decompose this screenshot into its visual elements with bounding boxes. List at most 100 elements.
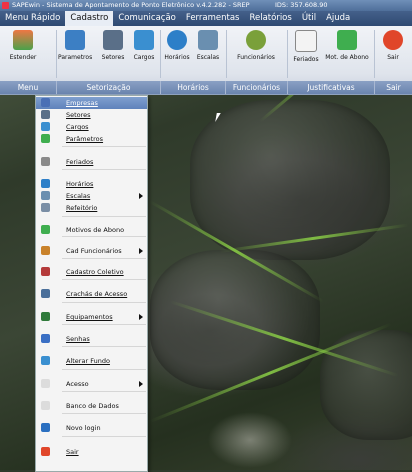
menu-item-parametros[interactable]: Parâmetros [36, 133, 147, 145]
schedule-icon [41, 191, 50, 200]
menu-item-label: Crachás de Acesso [66, 290, 128, 298]
parameters-icon [41, 134, 50, 143]
menu-divider [62, 324, 146, 325]
app-icon [2, 2, 9, 9]
sectors-button[interactable]: Setores [98, 30, 128, 61]
group-menu: Menu [0, 81, 57, 94]
schedules-label: Horários [164, 54, 190, 61]
database-icon [41, 401, 50, 410]
group-sair: Sair [375, 81, 412, 94]
menu-item-alterar-fundo[interactable]: Alterar Fundo [36, 355, 147, 367]
menu-item-label: Escalas [66, 192, 91, 200]
group-horarios: Horários [161, 81, 226, 94]
calendar-icon [41, 157, 50, 166]
allowance-label: Mot. de Abono [325, 54, 369, 61]
employees-button[interactable]: Funcionários [227, 30, 285, 61]
positions-button[interactable]: Cargos [129, 30, 159, 61]
menu-cadastro[interactable]: Cadastro [65, 11, 114, 26]
menu-item-senhas[interactable]: Senhas [36, 333, 147, 345]
menu-item-setores[interactable]: Setores [36, 109, 147, 121]
menu-menu-rapido[interactable]: Menu Rápido [0, 11, 65, 26]
access-icon [41, 379, 50, 388]
sectors-icon [41, 110, 50, 119]
menu-divider [62, 413, 146, 414]
menu-item-label: Novo login [66, 424, 101, 432]
menu-divider [62, 169, 146, 170]
menu-item-cad-funcionarios[interactable]: Cad Funcionários [36, 245, 147, 257]
menu-divider [62, 146, 146, 147]
restaurant-icon [41, 203, 50, 212]
menu-relatorios[interactable]: Relatórios [244, 11, 296, 26]
positions-icon [134, 30, 154, 50]
menu-item-crachas-de-acesso[interactable]: Crachás de Acesso [36, 288, 147, 300]
company-icon [41, 98, 50, 107]
menu-comunicacao[interactable]: Comunicação [113, 11, 181, 26]
schedules-button[interactable]: Horários [161, 30, 193, 61]
ribbon-separator [287, 30, 288, 78]
ribbon-separator [374, 30, 375, 78]
menu-item-sair[interactable]: Sair [36, 446, 147, 458]
menu-item-label: Empresas [66, 99, 98, 107]
menu-divider [62, 216, 146, 217]
menu-item-escalas[interactable]: Escalas [36, 190, 147, 202]
clock-icon [41, 179, 50, 188]
menu-item-refeitorio[interactable]: Refeitório [36, 202, 147, 214]
menu-item-label: Banco de Dados [66, 402, 119, 410]
menu-item-equipamentos[interactable]: Equipamentos [36, 311, 147, 323]
allowance-icon [337, 30, 357, 50]
positions-label: Cargos [133, 54, 155, 61]
menu-item-feriados[interactable]: Feriados [36, 156, 147, 168]
exit-label: Sair [387, 54, 399, 61]
menu-item-banco-de-dados[interactable]: Banco de Dados [36, 400, 147, 412]
menu-bar: Menu Rápido Cadastro Comunicação Ferrame… [0, 11, 412, 26]
group-setorizacao: Setorização [57, 81, 161, 94]
window-title: SAPEwin - Sistema de Apontamento de Pont… [12, 1, 250, 9]
badge-icon [41, 289, 50, 298]
cadastro-dropdown-menu: Empresas Setores Cargos Parâmetros Feriados H… [35, 95, 148, 472]
extend-icon [13, 30, 33, 50]
ribbon-group-labels: Menu Setorização Horários Funcionários J… [0, 81, 412, 94]
clock-icon [167, 30, 187, 50]
menu-item-empresas[interactable]: Empresas [36, 97, 147, 109]
menu-item-motivos-de-abono[interactable]: Motivos de Abono [36, 224, 147, 236]
menu-item-label: Cad Funcionários [66, 247, 122, 255]
menu-item-label: Refeitório [66, 204, 98, 212]
ribbon-toolbar: Estender Parametros Setores Cargos Horár… [0, 26, 412, 95]
employees-label: Funcionários [237, 54, 275, 61]
group-funcionarios: Funcionários [226, 81, 288, 94]
menu-item-cargos[interactable]: Cargos [36, 121, 147, 133]
submenu-arrow-icon [139, 193, 143, 199]
menu-ajuda[interactable]: Ajuda [321, 11, 355, 26]
menu-ferramentas[interactable]: Ferramentas [181, 11, 245, 26]
menu-item-label: Equipamentos [66, 313, 113, 321]
allowance-button[interactable]: Mot. de Abono [323, 30, 371, 61]
menu-item-acesso[interactable]: Acesso [36, 378, 147, 390]
holidays-button[interactable]: Feriados [290, 30, 322, 63]
schedule-icon [198, 30, 218, 50]
password-icon [41, 334, 50, 343]
menu-util[interactable]: Útil [297, 11, 321, 26]
menu-item-horarios[interactable]: Horários [36, 178, 147, 190]
employees-icon [41, 246, 50, 255]
calendar-icon [295, 30, 317, 52]
menu-item-label: Motivos de Abono [66, 226, 125, 234]
exit-button[interactable]: Sair [378, 30, 408, 61]
wallpaper-icon [41, 356, 50, 365]
menu-divider [62, 391, 146, 392]
menu-item-label: Cargos [66, 123, 89, 131]
menu-item-novo-login[interactable]: Novo login [36, 422, 147, 434]
extend-button[interactable]: Estender [4, 30, 42, 61]
parameters-button[interactable]: Parametros [58, 30, 92, 61]
keyboard-key-image [190, 100, 390, 260]
menu-divider [62, 346, 146, 347]
menu-item-cadastro-coletivo[interactable]: Cadastro Coletivo [36, 266, 147, 278]
group-justificativas: Justificativas [288, 81, 375, 94]
keyboard-key-image [150, 250, 320, 390]
menu-item-label: Senhas [66, 335, 90, 343]
scales-button[interactable]: Escalas [193, 30, 223, 61]
menu-divider [62, 302, 146, 303]
menu-item-label: Alterar Fundo [66, 357, 110, 365]
parameters-icon [65, 30, 85, 50]
menu-item-label: Setores [66, 111, 91, 119]
scales-label: Escalas [196, 54, 220, 61]
